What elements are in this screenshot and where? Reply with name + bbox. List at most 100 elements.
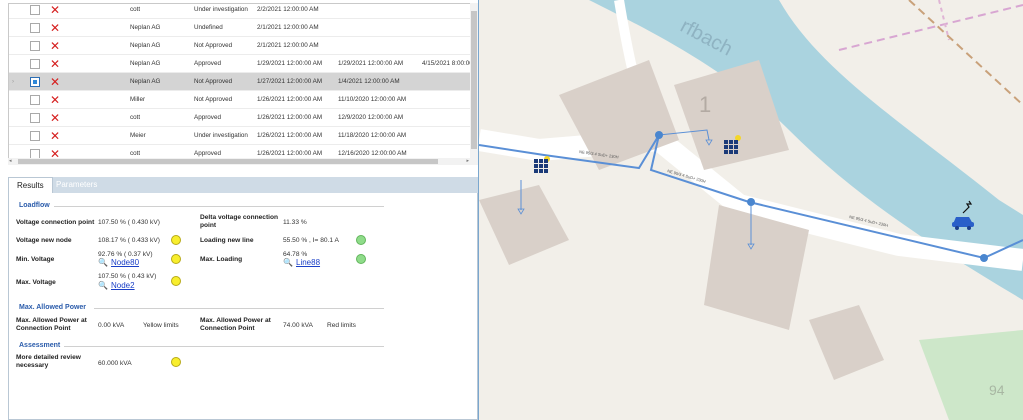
- section-divider: [64, 346, 384, 347]
- cell-d1: 2/2/2021 12:00:00 AM: [257, 6, 319, 13]
- cell-d2: 11/18/2020 12:00:00 AM: [338, 132, 407, 139]
- results-panel: Loadflow Voltage connection point 107.50…: [8, 193, 478, 420]
- network-node[interactable]: [980, 254, 988, 262]
- loading-new-line-status-indicator: [356, 235, 366, 245]
- horizontal-scroll-thumb[interactable]: [18, 159, 438, 164]
- table-row[interactable]: ✕ cott Under investigation 2/2/2021 12:00:0…: [9, 4, 477, 19]
- table-row[interactable]: ✕ Miller Not Approved 1/26/2021 12:00:00 AM…: [9, 91, 477, 109]
- voltage-connection-point-value: 107.50 % ( 0.430 kV): [98, 219, 160, 226]
- cell-d1: 1/26/2021 12:00:00 AM: [257, 132, 323, 139]
- cell-status: Not Approved: [194, 78, 233, 85]
- cell-name: cott: [130, 114, 141, 121]
- tab-results[interactable]: Results: [8, 177, 53, 193]
- section-divider: [94, 308, 384, 309]
- delete-icon[interactable]: ✕: [50, 37, 60, 55]
- section-title-max-allowed-power: Max. Allowed Power: [19, 304, 87, 311]
- building: [809, 305, 884, 380]
- requests-grid: ✕ cott Under investigation 2/2/2021 12:00:0…: [8, 3, 478, 165]
- left-panel: ✕ cott Under investigation 2/2/2021 12:00:0…: [0, 0, 479, 420]
- yellow-limits-label: Yellow limits: [143, 322, 179, 329]
- scroll-left-arrow-icon[interactable]: ◂: [9, 158, 12, 164]
- tab-parameters[interactable]: Parameters: [48, 177, 105, 193]
- table-row[interactable]: ✕ cott Approved 1/26/2021 12:00:00 AM 12/9/2…: [9, 109, 477, 127]
- magnifier-icon[interactable]: 🔍: [283, 258, 293, 268]
- cell-d1: 1/26/2021 12:00:00 AM: [257, 96, 323, 103]
- cell-name: Miller: [130, 96, 146, 103]
- voltage-new-node-label: Voltage new node: [16, 237, 72, 244]
- cell-name: cott: [130, 6, 141, 13]
- max-allowed-power-left-value: 0.00 kVA: [98, 322, 125, 329]
- magnifier-icon[interactable]: 🔍: [98, 258, 108, 268]
- vertical-scroll-thumb[interactable]: [471, 11, 477, 149]
- row-checkbox[interactable]: [30, 77, 40, 87]
- cell-status: Under investigation: [194, 6, 248, 13]
- assessment-value: 60.000 kVA: [98, 360, 132, 367]
- map-corner-number: 94: [989, 382, 1005, 398]
- delete-icon[interactable]: ✕: [50, 127, 60, 145]
- max-allowed-power-right-value: 74.00 kVA: [283, 322, 313, 329]
- table-row[interactable]: › ✕ Neplan AG Not Approved 1/27/2021 12:00:0…: [9, 73, 477, 91]
- grid-vertical-scrollbar[interactable]: [470, 3, 478, 165]
- row-checkbox[interactable]: [30, 5, 40, 15]
- map-canvas[interactable]: rfbach 1 94 NE 95/3 4 SuD+ 230H NE 95/3 …: [479, 0, 1023, 420]
- row-checkbox[interactable]: [30, 41, 40, 51]
- cell-name: Neplan AG: [130, 42, 161, 49]
- boundary-line: [908, 0, 1023, 106]
- section-title-assessment: Assessment: [19, 342, 61, 349]
- cell-d1: 1/26/2021 12:00:00 AM: [257, 114, 323, 121]
- results-tab-bar: Results Parameters: [8, 177, 478, 193]
- row-checkbox[interactable]: [30, 95, 40, 105]
- table-row[interactable]: ✕ Neplan AG Undefined 2/1/2021 12:00:00 AM: [9, 19, 477, 37]
- delta-voltage-value: 11.33 %: [283, 219, 307, 226]
- voltage-new-node-value: 108.17 % ( 0.433 kV): [98, 237, 160, 244]
- min-voltage-status-indicator: [171, 254, 181, 264]
- cell-status: Not Approved: [194, 42, 233, 49]
- table-row[interactable]: ✕ Neplan AG Approved 1/29/2021 12:00:00 AM 1…: [9, 55, 477, 73]
- boundary-line: [838, 4, 1023, 51]
- boundary-line: [938, 0, 950, 41]
- cell-name: Neplan AG: [130, 60, 161, 67]
- network-map[interactable]: rfbach 1 94 NE 95/3 4 SuD+ 230H NE 95/3 …: [479, 0, 1023, 420]
- row-checkbox[interactable]: [30, 23, 40, 33]
- loading-new-line-label: Loading new line: [200, 237, 254, 244]
- max-voltage-status-indicator: [171, 276, 181, 286]
- voltage-new-node-status-indicator: [171, 235, 181, 245]
- cell-d1: 1/29/2021 12:00:00 AM: [257, 60, 323, 67]
- cell-d3: 4/15/2021 8:00:00: [422, 60, 473, 67]
- delete-icon[interactable]: ✕: [50, 73, 60, 91]
- delete-icon[interactable]: ✕: [50, 109, 60, 127]
- current-row-indicator-icon: ›: [12, 79, 14, 85]
- assessment-label: More detailed review necessary: [16, 354, 81, 369]
- cell-name: Meier: [130, 132, 146, 139]
- max-loading-label: Max. Loading: [200, 256, 243, 263]
- row-checkbox[interactable]: [30, 59, 40, 69]
- row-checkbox[interactable]: [30, 113, 40, 123]
- max-loading-line-link[interactable]: Line88: [296, 258, 320, 268]
- row-checkbox[interactable]: [30, 131, 40, 141]
- grid-horizontal-scrollbar[interactable]: ◂ ▸: [8, 158, 470, 165]
- cell-name: Neplan AG: [130, 78, 161, 85]
- delete-icon[interactable]: ✕: [50, 55, 60, 73]
- network-node[interactable]: [655, 131, 663, 139]
- max-voltage-node-link[interactable]: Node2: [111, 281, 135, 291]
- map-building-number: 1: [699, 92, 711, 117]
- min-voltage-node-link[interactable]: Node80: [111, 258, 139, 268]
- cell-d2: 11/10/2020 12:00:00 AM: [338, 96, 407, 103]
- table-row[interactable]: ✕ Meier Under investigation 1/26/2021 12:00…: [9, 127, 477, 145]
- section-title-loadflow: Loadflow: [19, 202, 50, 209]
- cell-d2: 1/4/2021 12:00:00 AM: [338, 78, 400, 85]
- delete-icon[interactable]: ✕: [50, 4, 60, 19]
- delete-icon[interactable]: ✕: [50, 91, 60, 109]
- assessment-status-indicator: [171, 357, 181, 367]
- table-row[interactable]: ✕ Neplan AG Not Approved 2/1/2021 12:00:00 …: [9, 37, 477, 55]
- network-node[interactable]: [747, 198, 755, 206]
- cell-status: Approved: [194, 60, 221, 67]
- scroll-right-arrow-icon[interactable]: ▸: [466, 158, 469, 164]
- magnifier-icon[interactable]: 🔍: [98, 281, 108, 291]
- cell-status: Under investigation: [194, 132, 248, 139]
- building: [479, 185, 569, 265]
- cell-d2: 12/9/2020 12:00:00 AM: [338, 114, 404, 121]
- min-voltage-label: Min. Voltage: [16, 256, 55, 263]
- delete-icon[interactable]: ✕: [50, 19, 60, 37]
- cell-status: Not Approved: [194, 96, 233, 103]
